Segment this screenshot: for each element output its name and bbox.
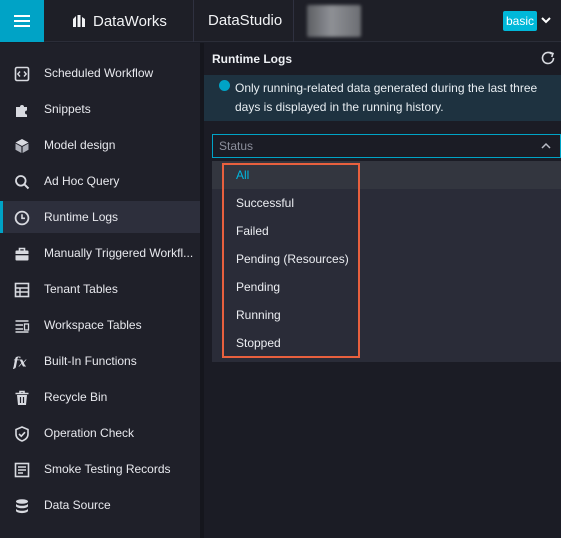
status-select[interactable]: Status: [212, 134, 561, 158]
briefcase-icon: [13, 245, 30, 262]
sidebar-item-label: Smoke Testing Records: [44, 462, 171, 476]
hamburger-menu-icon[interactable]: [0, 0, 44, 42]
code-file-icon: [13, 65, 30, 82]
option-label: Failed: [236, 224, 269, 238]
status-option-successful[interactable]: Successful: [212, 189, 561, 217]
status-option-pending-resources[interactable]: Pending (Resources): [212, 245, 561, 273]
header-divider: [293, 0, 294, 42]
status-option-stopped[interactable]: Stopped: [212, 329, 561, 357]
status-option-all[interactable]: All: [212, 161, 561, 189]
dataworks-logo-icon: [73, 15, 85, 27]
sidebar-item-label: Scheduled Workflow: [44, 66, 154, 80]
sidebar-item-tenant-tables[interactable]: Tenant Tables: [0, 273, 200, 305]
sidebar-item-data-source[interactable]: Data Source: [0, 489, 200, 521]
sidebar-item-label: Built-In Functions: [44, 354, 137, 368]
sidebar-item-built-in-functions[interactable]: fx Built-In Functions: [0, 345, 200, 377]
svg-text:fx: fx: [13, 355, 27, 369]
list-table-icon: [13, 317, 30, 334]
puzzle-icon: [13, 101, 30, 118]
refresh-icon[interactable]: [539, 49, 557, 67]
shield-check-icon: [13, 425, 30, 442]
sidebar-item-snippets[interactable]: Snippets: [0, 93, 200, 125]
records-icon: [13, 461, 30, 478]
runtime-logs-panel: Runtime Logs Only running-related data g…: [204, 43, 561, 538]
function-icon: fx: [13, 353, 30, 370]
info-icon: [219, 80, 230, 91]
sidebar-item-label: Manually Triggered Workfl...: [44, 246, 194, 260]
blurred-workspace-name[interactable]: [307, 5, 361, 37]
edition-badge[interactable]: basic: [503, 11, 538, 31]
sidebar-item-operation-check[interactable]: Operation Check: [0, 417, 200, 449]
status-option-pending[interactable]: Pending: [212, 273, 561, 301]
option-label: Pending (Resources): [236, 252, 349, 266]
status-dropdown: All Successful Failed Pending (Resources…: [212, 161, 561, 362]
status-select-placeholder: Status: [219, 139, 254, 153]
option-label: All: [236, 168, 250, 182]
sidebar-item-label: Recycle Bin: [44, 390, 108, 404]
sidebar-item-label: Ad Hoc Query: [44, 174, 120, 188]
database-icon: [13, 497, 30, 514]
notice-text: Only running-related data generated duri…: [235, 81, 538, 114]
info-notice: Only running-related data generated duri…: [204, 75, 561, 121]
sidebar-item-label: Model design: [44, 138, 116, 152]
sidebar-item-label: Data Source: [44, 498, 111, 512]
sidebar-item-smoke-testing-records[interactable]: Smoke Testing Records: [0, 453, 200, 485]
table-icon: [13, 281, 30, 298]
top-bar: DataWorks DataStudio basic: [0, 0, 561, 42]
option-label: Stopped: [236, 336, 281, 350]
sidebar-item-workspace-tables[interactable]: Workspace Tables: [0, 309, 200, 341]
chevron-down-icon[interactable]: [540, 14, 552, 26]
sidebar-item-label: Tenant Tables: [44, 282, 118, 296]
sidebar: Scheduled Workflow Snippets Model design…: [0, 43, 200, 538]
sidebar-item-manually-triggered-workflow[interactable]: Manually Triggered Workfl...: [0, 237, 200, 269]
brand-name: DataWorks: [93, 12, 167, 30]
sidebar-item-label: Workspace Tables: [44, 318, 142, 332]
brand[interactable]: DataWorks: [72, 0, 167, 42]
cube-icon: [13, 137, 30, 154]
trash-icon: [13, 389, 30, 406]
module-name[interactable]: DataStudio: [208, 0, 282, 42]
clock-icon: [13, 209, 30, 226]
sidebar-item-ad-hoc-query[interactable]: Ad Hoc Query: [0, 165, 200, 197]
status-option-running[interactable]: Running: [212, 301, 561, 329]
status-option-failed[interactable]: Failed: [212, 217, 561, 245]
header-divider: [193, 0, 194, 42]
sidebar-item-scheduled-workflow[interactable]: Scheduled Workflow: [0, 57, 200, 89]
sidebar-item-model-design[interactable]: Model design: [0, 129, 200, 161]
option-label: Running: [236, 308, 281, 322]
search-icon: [13, 173, 30, 190]
panel-title: Runtime Logs: [212, 52, 292, 66]
sidebar-item-label: Operation Check: [44, 426, 135, 440]
sidebar-item-runtime-logs[interactable]: Runtime Logs: [0, 201, 200, 233]
sidebar-item-recycle-bin[interactable]: Recycle Bin: [0, 381, 200, 413]
chevron-up-icon: [541, 142, 551, 149]
option-label: Pending: [236, 280, 281, 294]
sidebar-item-label: Snippets: [44, 102, 91, 116]
sidebar-item-label: Runtime Logs: [44, 210, 119, 224]
option-label: Successful: [236, 196, 295, 210]
